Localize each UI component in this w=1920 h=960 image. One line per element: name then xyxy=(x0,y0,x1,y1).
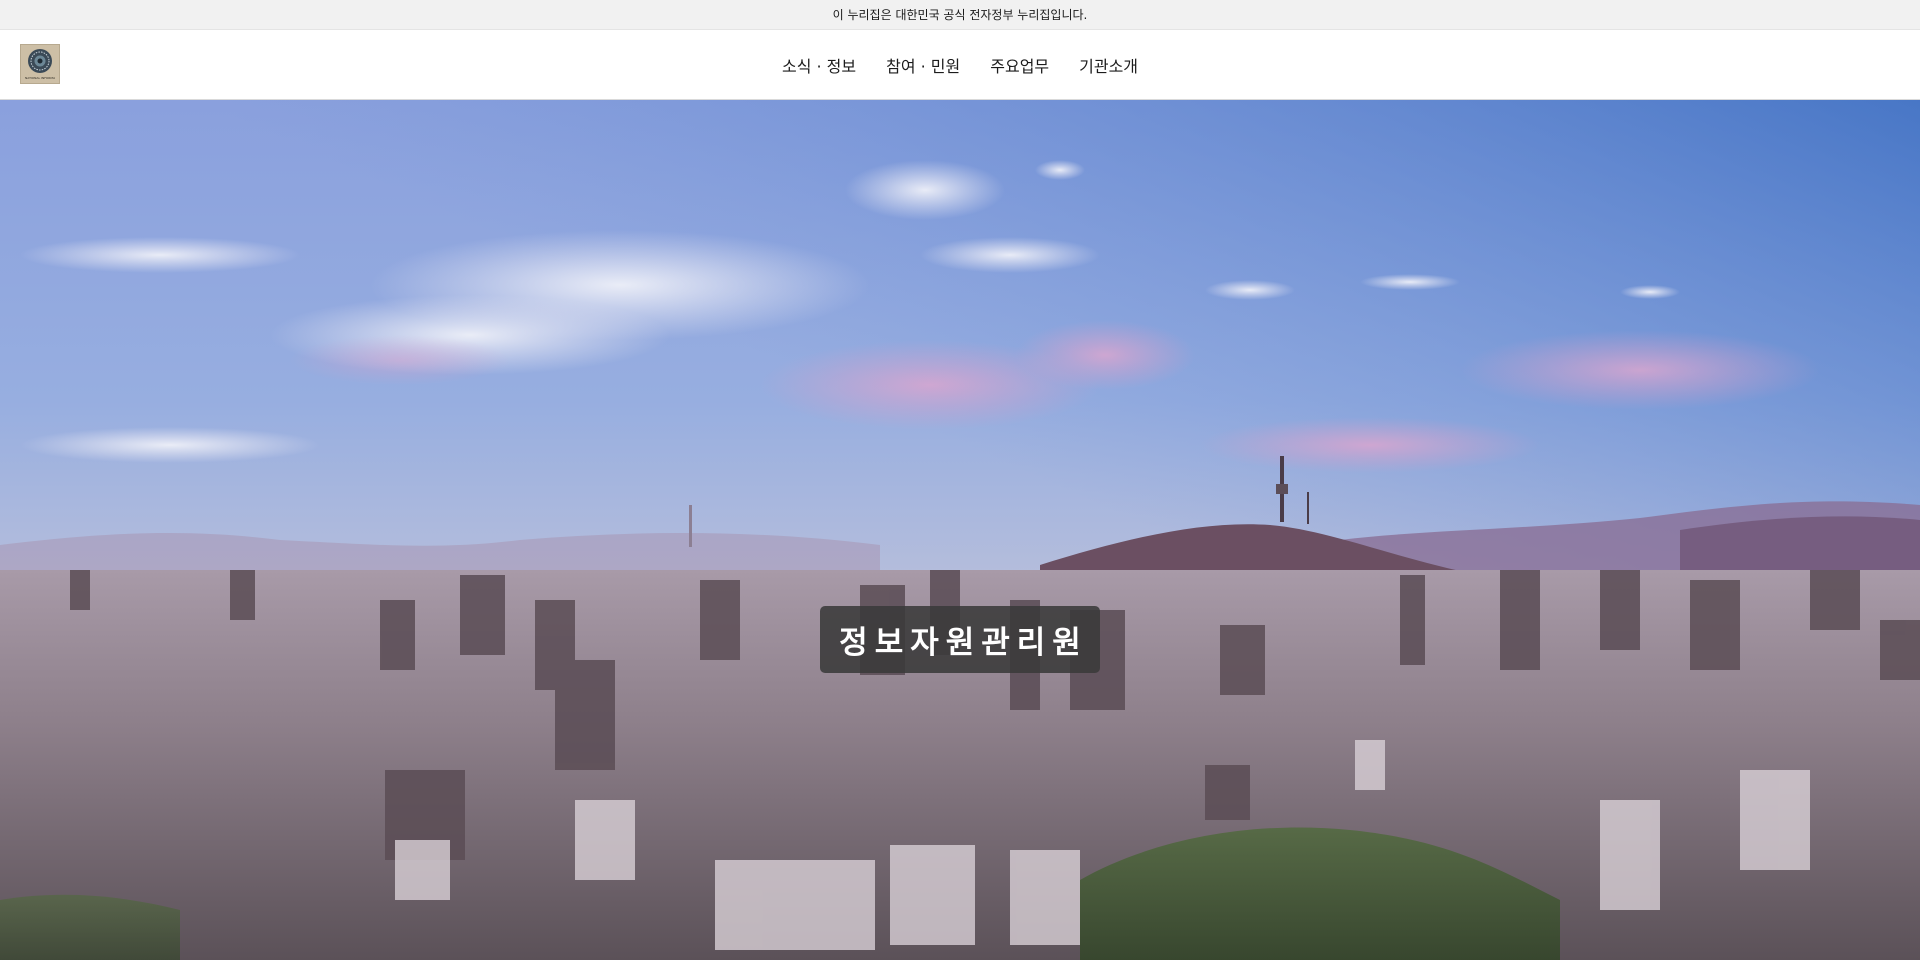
nav-item-participation-civil[interactable]: 참여 · 민원 xyxy=(886,53,960,77)
agency-logo-text: NATIONAL INFORMATION RESOURCES SERVICE xyxy=(25,75,55,80)
gov-official-banner: 이 누리집은 대한민국 공식 전자정부 누리집입니다. xyxy=(0,0,1920,30)
agency-emblem-icon xyxy=(28,48,52,73)
hero-banner: 정보자원관리원 xyxy=(0,100,1920,960)
agency-logo[interactable]: NATIONAL INFORMATION RESOURCES SERVICE xyxy=(20,44,60,84)
gov-official-banner-text: 이 누리집은 대한민국 공식 전자정부 누리집입니다. xyxy=(832,8,1088,22)
main-nav: 소식 · 정보 참여 · 민원 주요업무 기관소개 xyxy=(0,30,1920,100)
hero-cityscape-image xyxy=(0,100,1920,960)
nav-item-about[interactable]: 기관소개 xyxy=(1079,53,1138,77)
nav-item-main-work[interactable]: 주요업무 xyxy=(990,53,1049,77)
site-header: NATIONAL INFORMATION RESOURCES SERVICE 소… xyxy=(0,30,1920,100)
hero-title: 정보자원관리원 xyxy=(820,606,1100,673)
nav-item-news-info[interactable]: 소식 · 정보 xyxy=(782,53,856,77)
